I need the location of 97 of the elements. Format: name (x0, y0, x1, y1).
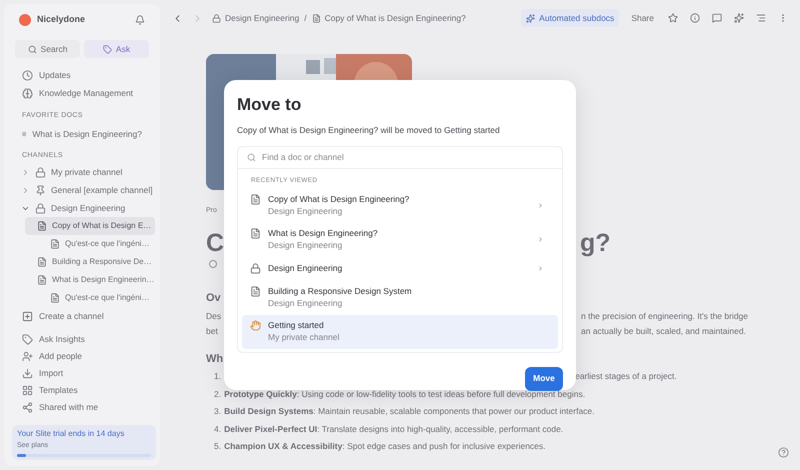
doc-title: C (206, 228, 224, 258)
sidebar-doc-item[interactable]: Building a Responsive De… (25, 253, 156, 271)
breadcrumb-item[interactable]: Copy of What is Design Engineering? (324, 12, 466, 24)
breadcrumb-separator: / (304, 12, 307, 24)
share-icon (22, 402, 33, 413)
hand-icon (250, 320, 261, 332)
sidebar-doc-item[interactable]: Qu'est-ce que l'ingéni… (25, 235, 154, 253)
search-button[interactable]: Search (15, 40, 80, 58)
trial-text: Your Slite trial ends in 14 days (17, 428, 126, 440)
download-icon (22, 368, 33, 379)
document-icon (37, 221, 47, 231)
item-subtitle: Design Engineering (268, 240, 342, 252)
document-icon (312, 14, 321, 22)
sidebar-doc-item[interactable]: Copy of What is Design E… (25, 217, 156, 235)
pin-icon (35, 184, 46, 196)
document-icon (250, 194, 261, 206)
tag-icon (102, 44, 112, 54)
document-icon (50, 239, 60, 249)
dialog-description: Copy of What is Design Engineering? will be moved to Getting started (237, 124, 500, 137)
list-item-text: Deliver Pixel-Perfect UI: Translate designs into high-quality, accessible, performant code. (224, 422, 564, 436)
item-title: Design Engineering (268, 263, 342, 274)
channel-item[interactable]: My private channel (8, 163, 156, 181)
logo-icon (19, 14, 31, 26)
sparkle-icon (526, 14, 536, 22)
add-person-icon (22, 351, 33, 362)
section-heading: Wh (206, 352, 224, 365)
list-number: 5. (214, 440, 222, 454)
ask-button[interactable]: Ask (84, 40, 149, 58)
document-icon (50, 293, 60, 303)
grid-icon (22, 385, 33, 396)
list-number: 2. (214, 388, 222, 401)
item-title: What is Design Engineering? (268, 228, 378, 240)
comment-icon[interactable] (712, 13, 722, 23)
list-number: 1. (214, 370, 222, 384)
info-icon[interactable] (690, 13, 700, 23)
item-title: Building a Responsive Design System (268, 286, 412, 298)
sidebar-nav-item[interactable]: Add people (8, 348, 156, 365)
sidebar-nav-item[interactable]: Create a channel (8, 307, 156, 325)
list-item-text: earliest stages of a project. (575, 370, 677, 384)
document-icon (250, 286, 261, 298)
item-title: Copy of What is Design Engineering? (268, 194, 410, 206)
paragraph-text: an actually be built, scaled, and maintained. (581, 325, 746, 338)
favorite-doc-item[interactable]: What is Design Engineering? (8, 125, 156, 143)
outline-icon[interactable] (756, 13, 766, 23)
doc-title: g? (580, 228, 611, 258)
paragraph-text: bet (206, 325, 218, 338)
sidebar-doc-item[interactable]: Qu'est-ce que l'ingéni… (25, 289, 154, 307)
add-square-icon (22, 310, 33, 322)
lock-icon (212, 14, 221, 22)
list-number: 3. (214, 405, 222, 418)
sidebar-nav-item[interactable]: Knowledge Management (8, 84, 156, 102)
search-icon (28, 44, 37, 54)
sidebar-doc-item[interactable]: What is Design Engineerin… (25, 271, 158, 289)
dialog-title: Move to (237, 94, 302, 116)
search-field[interactable]: Find a doc or channel (262, 150, 553, 164)
list-item-text: Build Design Systems: Maintain reusable, scalable components that power our product interface. (224, 405, 595, 418)
channel-item[interactable]: General [example channel] (8, 181, 156, 199)
list-item-text: Champion UX & Accessibility: Spot edge cases and push for inclusive experiences. (224, 440, 546, 454)
sidebar-nav-item[interactable]: Import (8, 365, 156, 382)
destination-item[interactable]: Getting started My private channel (242, 314, 558, 349)
sidebar-nav-item[interactable]: Shared with me (8, 399, 156, 416)
chevron-icon[interactable] (537, 236, 544, 244)
help-icon[interactable] (778, 447, 789, 458)
paragraph-text: Des (206, 310, 222, 323)
chevron-icon[interactable] (537, 202, 544, 210)
item-title: Getting started (268, 320, 324, 332)
section-heading: Ov (206, 291, 221, 304)
document-icon (250, 228, 261, 240)
sidebar-nav-item[interactable]: Updates (8, 66, 156, 84)
star-icon[interactable] (668, 13, 678, 23)
share-button[interactable]: Share (631, 12, 654, 24)
lock-icon (35, 166, 46, 178)
breadcrumb-item[interactable]: Design Engineering (225, 12, 300, 24)
clock-icon (22, 70, 33, 80)
channel-item[interactable]: Design Engineering (8, 199, 156, 217)
move-button[interactable]: Move (525, 366, 563, 391)
lock-icon (250, 263, 261, 274)
tag-icon (22, 334, 33, 345)
paragraph-text: n the precision of engineering. It's the bridge (581, 310, 748, 323)
sparkle-icon[interactable] (734, 13, 744, 23)
item-subtitle: Design Engineering (268, 206, 342, 218)
item-subtitle: My private channel (268, 332, 340, 344)
sidebar-nav-item[interactable]: Templates (8, 382, 156, 399)
search-icon (247, 152, 256, 162)
lock-icon (35, 202, 46, 214)
sidebar-nav-item[interactable]: Ask Insights (8, 331, 156, 348)
doc-emoji-icon (209, 260, 217, 268)
list-number: 4. (214, 422, 222, 436)
chevron-icon[interactable] (537, 265, 544, 272)
document-icon (22, 129, 26, 139)
document-icon (37, 257, 47, 267)
brain-icon (22, 88, 33, 98)
document-icon (37, 275, 47, 285)
automated-subdocs-button[interactable]: Automated subdocs (521, 9, 620, 27)
bell-icon[interactable] (135, 15, 145, 25)
workspace-name[interactable]: Nicelydone (37, 13, 86, 27)
item-subtitle: Design Engineering (268, 298, 342, 310)
